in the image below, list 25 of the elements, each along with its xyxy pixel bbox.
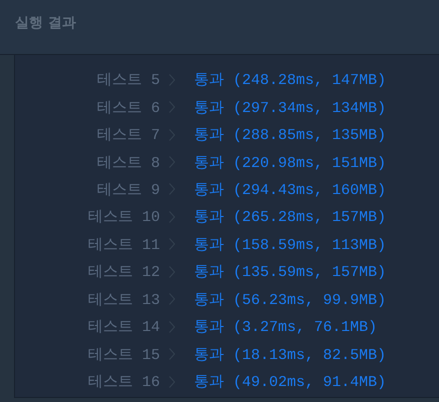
test-label: 테스트 10: [86, 208, 160, 226]
test-label: 테스트 8: [96, 154, 160, 172]
test-result: 통과 (265.28ms, 157MB): [194, 208, 388, 226]
test-result: 통과 (56.23ms, 99.9MB): [194, 290, 388, 309]
test-label: 테스트 5: [96, 71, 160, 90]
test-label: 테스트 14: [86, 318, 160, 336]
test-label: 테스트 7: [96, 126, 160, 144]
test-result: 통과 (288.85ms, 135MB): [194, 126, 388, 144]
test-label: 테스트 13: [86, 290, 160, 309]
test-result: 통과 (294.43ms, 160MB): [194, 180, 388, 199]
test-result: 통과 (3.27ms, 76.1MB): [194, 318, 378, 336]
test-label: 테스트 6: [96, 98, 160, 117]
panel-title: 실행 결과: [15, 14, 76, 32]
test-label: 테스트 15: [86, 346, 160, 364]
test-result: 통과 (220.98ms, 151MB): [194, 154, 388, 172]
test-label: 테스트 16: [86, 373, 160, 392]
test-result: 통과 (49.02ms, 91.4MB): [194, 373, 388, 392]
test-label: 테스트 9: [96, 180, 160, 199]
test-result: 통과 (248.28ms, 147MB): [194, 71, 388, 90]
test-label: 테스트 11: [86, 236, 160, 254]
test-result: 통과 (158.59ms, 113MB): [194, 236, 388, 254]
test-result: 통과 (18.13ms, 82.5MB): [194, 346, 388, 364]
test-label: 테스트 12: [86, 263, 160, 282]
test-result: 통과 (297.34ms, 134MB): [194, 98, 388, 117]
test-result: 통과 (135.59ms, 157MB): [194, 263, 388, 282]
